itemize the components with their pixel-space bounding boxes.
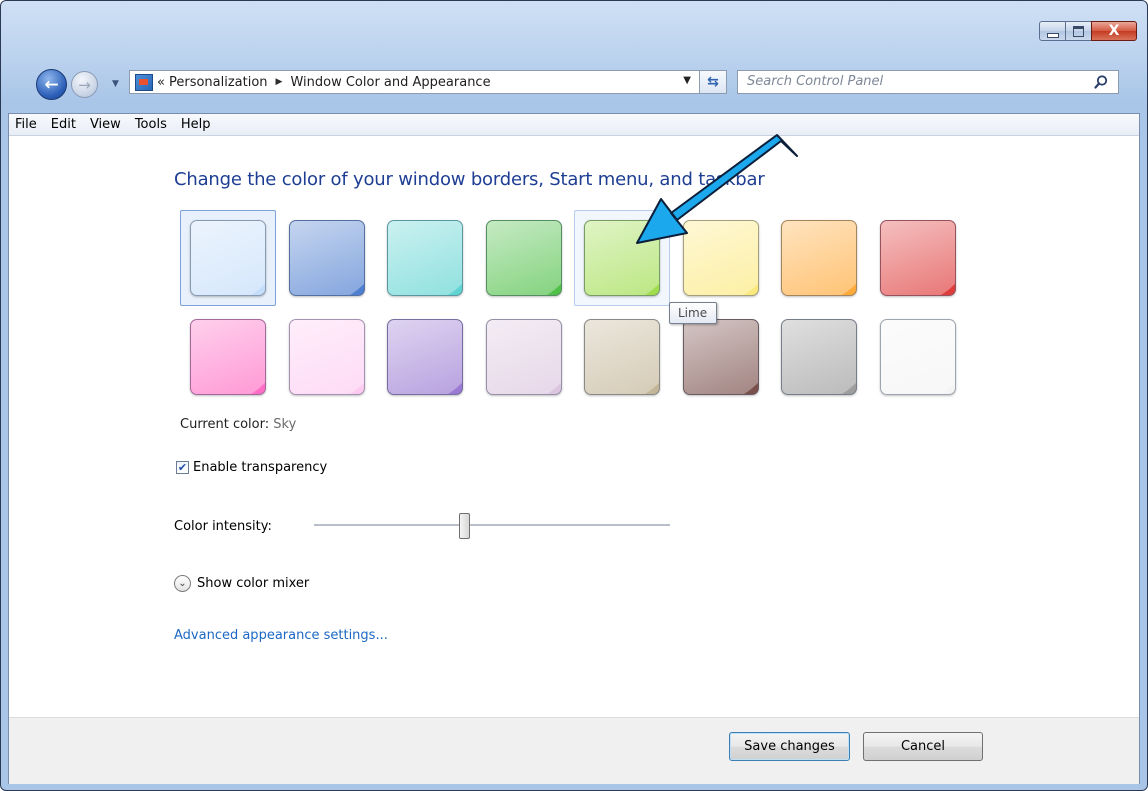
color-swatch-taupe[interactable] <box>574 309 670 405</box>
close-icon: X <box>1108 23 1120 39</box>
breadcrumb-personalization[interactable]: Personalization <box>169 75 268 90</box>
swatch-fill <box>190 319 266 395</box>
color-mixer-label[interactable]: Show color mixer <box>197 576 309 591</box>
swatch-fill <box>387 319 463 395</box>
control-panel-window: X ← → ▼ « Personalization ▶ Window Color… <box>0 0 1148 791</box>
back-button[interactable]: ← <box>36 69 67 100</box>
menu-help[interactable]: Help <box>174 117 218 132</box>
intensity-label: Color intensity: <box>174 519 272 534</box>
color-swatch-leaf[interactable] <box>476 210 572 306</box>
color-swatch-frost[interactable] <box>870 309 966 405</box>
color-swatch-fuchsia[interactable] <box>180 309 276 405</box>
breadcrumb-separator-icon[interactable]: ▶ <box>276 77 283 87</box>
current-color-value: Sky <box>273 417 297 432</box>
transparency-label[interactable]: Enable transparency <box>193 460 327 475</box>
swatch-fill <box>288 319 365 395</box>
color-swatch-blush[interactable] <box>279 309 375 405</box>
maximize-button[interactable] <box>1065 21 1092 41</box>
color-swatch-lavender[interactable] <box>476 309 572 405</box>
address-bar[interactable]: « Personalization ▶ Window Color and App… <box>129 70 700 94</box>
cancel-button[interactable]: Cancel <box>863 732 983 761</box>
search-icon[interactable] <box>1093 74 1109 90</box>
color-swatch-violet[interactable] <box>377 309 473 405</box>
chevron-down-icon[interactable]: ⌄ <box>174 575 191 592</box>
swatch-fill <box>288 220 365 296</box>
refresh-icon: ⇆ <box>707 74 719 90</box>
search-input[interactable]: Search Control Panel <box>737 70 1119 94</box>
menu-file[interactable]: File <box>9 117 44 132</box>
save-changes-button[interactable]: Save changes <box>729 732 850 761</box>
color-swatch-frost[interactable] <box>673 210 769 306</box>
transparency-checkbox[interactable]: ✔ <box>176 461 189 474</box>
swatch-fill <box>190 220 266 296</box>
menu-tools[interactable]: Tools <box>128 117 174 132</box>
swatch-tooltip: Lime <box>669 302 718 324</box>
recent-pages-dropdown[interactable]: ▼ <box>112 79 119 89</box>
advanced-appearance-link[interactable]: Advanced appearance settings... <box>174 628 388 643</box>
forward-button[interactable]: → <box>71 71 98 98</box>
page-title: Change the color of your window borders,… <box>174 169 765 190</box>
swatch-fill <box>682 220 759 296</box>
color-mixer-toggle[interactable]: ⌄ Show color mixer <box>174 575 309 592</box>
color-swatch-twilight[interactable] <box>279 210 375 306</box>
color-swatch-lime[interactable] <box>574 210 670 306</box>
intensity-slider-thumb[interactable] <box>458 513 470 539</box>
color-swatch-slate[interactable] <box>771 309 867 405</box>
forward-arrow-icon: → <box>78 75 91 94</box>
search-placeholder: Search Control Panel <box>747 74 884 89</box>
address-dropdown-icon[interactable]: ▼ <box>683 75 691 86</box>
menu-edit[interactable]: Edit <box>44 117 83 132</box>
minimize-icon <box>1046 32 1059 38</box>
current-color: Current color: Sky <box>180 417 296 432</box>
swatch-fill <box>485 319 562 395</box>
breadcrumb-overflow[interactable]: « <box>157 75 165 90</box>
minimize-button[interactable] <box>1039 21 1066 41</box>
swatch-fill <box>781 220 857 296</box>
color-swatch-tangerine[interactable] <box>771 210 867 306</box>
back-arrow-icon: ← <box>44 74 59 95</box>
current-color-label: Current color: <box>180 417 270 432</box>
close-button[interactable]: X <box>1091 21 1137 41</box>
swatch-fill <box>879 319 956 395</box>
breadcrumb-window-color[interactable]: Window Color and Appearance <box>290 75 490 90</box>
menu-view[interactable]: View <box>83 117 128 132</box>
color-swatch-ruby[interactable] <box>870 210 966 306</box>
caption-buttons: X <box>1039 21 1137 43</box>
transparency-row[interactable]: ✔ Enable transparency <box>176 460 327 475</box>
swatch-fill <box>879 220 956 296</box>
control-panel-icon <box>135 73 153 91</box>
swatch-fill <box>781 319 857 395</box>
refresh-button[interactable]: ⇆ <box>699 70 727 94</box>
color-swatch-sky[interactable] <box>180 210 276 306</box>
swatch-fill <box>584 220 660 296</box>
swatch-fill <box>387 220 463 296</box>
menu-bar: File Edit View Tools Help <box>9 114 1139 136</box>
maximize-icon <box>1073 25 1084 37</box>
swatch-fill <box>682 319 759 395</box>
intensity-slider-track[interactable] <box>314 524 670 527</box>
swatch-fill <box>485 220 562 296</box>
color-swatch-sea[interactable] <box>377 210 473 306</box>
swatch-fill <box>584 319 660 395</box>
